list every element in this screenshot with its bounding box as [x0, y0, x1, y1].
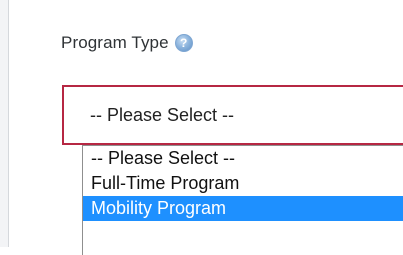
option-full-time-program[interactable]: Full-Time Program [83, 171, 403, 196]
option-please-select[interactable]: -- Please Select -- [83, 146, 403, 171]
program-type-label-row: Program Type ? [61, 33, 193, 53]
program-type-dropdown-list[interactable]: -- Please Select -- Full-Time Program Mo… [82, 145, 403, 255]
selected-value: -- Please Select -- [90, 104, 235, 125]
program-type-select[interactable]: -- Please Select -- [62, 85, 403, 145]
option-mobility-program[interactable]: Mobility Program [83, 196, 403, 221]
left-sidebar-edge [0, 0, 9, 247]
help-question-icon[interactable]: ? [174, 34, 193, 52]
program-type-label: Program Type [61, 33, 169, 52]
